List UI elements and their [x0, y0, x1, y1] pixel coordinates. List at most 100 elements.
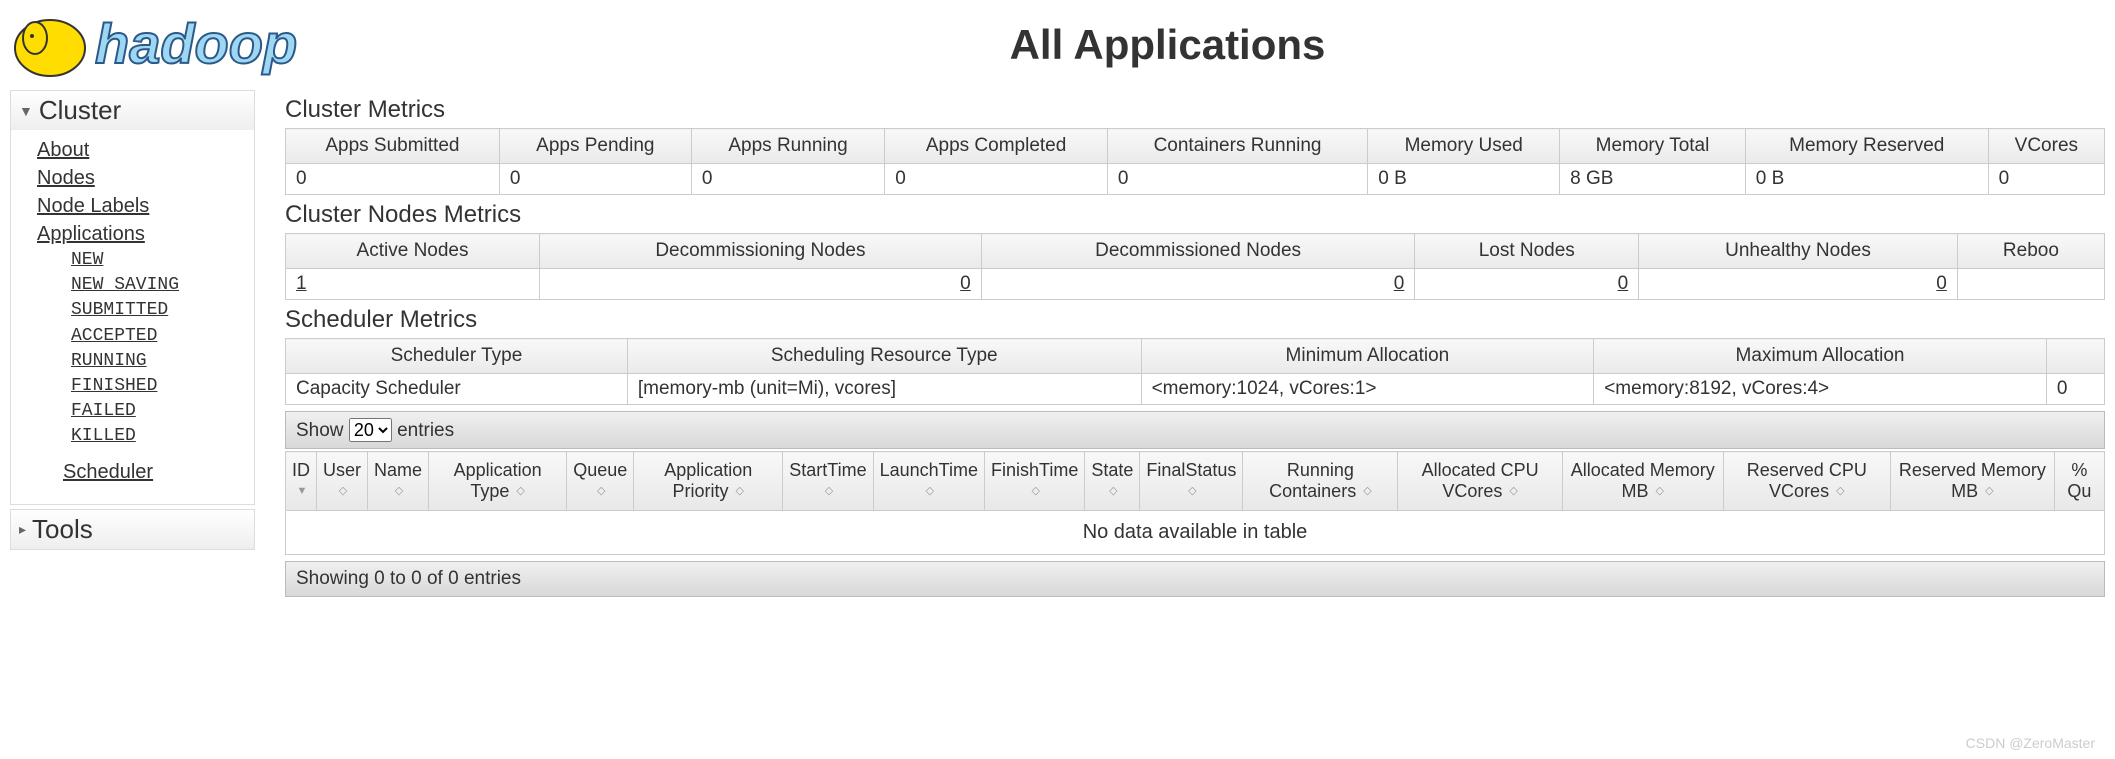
show-label: Show: [296, 420, 344, 441]
sort-icon: ◇: [926, 488, 934, 496]
nav-cluster-label: Cluster: [39, 95, 121, 126]
cluster-metrics-title: Cluster Metrics: [285, 96, 2105, 124]
th-apps-running[interactable]: Apps Running: [691, 129, 884, 164]
nav-nodes[interactable]: Nodes: [37, 164, 254, 192]
th-memory-reserved[interactable]: Memory Reserved: [1745, 129, 1988, 164]
nav-state-accepted[interactable]: ACCEPTED: [71, 324, 254, 349]
th-alloc-vcores[interactable]: Allocated CPU VCores ◇: [1398, 452, 1562, 511]
nav-state-killed[interactable]: KILLED: [71, 424, 254, 449]
cell: 0: [540, 269, 982, 300]
cell: [1957, 269, 2104, 300]
nav-state-finished[interactable]: FINISHED: [71, 374, 254, 399]
nav-state-running[interactable]: RUNNING: [71, 349, 254, 374]
decommissioned-link[interactable]: 0: [1394, 273, 1405, 294]
th-starttime[interactable]: StartTime◇: [783, 452, 873, 511]
th-max-alloc[interactable]: Maximum Allocation: [1594, 339, 2047, 374]
page-size-select[interactable]: 20: [349, 418, 392, 442]
sort-icon: ◇: [1655, 488, 1663, 496]
th-decommissioning-nodes[interactable]: Decommissioning Nodes: [540, 234, 982, 269]
sort-icon: ◇: [597, 488, 605, 496]
cell: 0 B: [1745, 164, 1988, 195]
th-reserved-vcores[interactable]: Reserved CPU VCores ◇: [1723, 452, 1890, 511]
cell: <memory:8192, vCores:4>: [1594, 374, 2047, 405]
applications-table: ID▼ User◇ Name◇ Application Type ◇ Queue…: [285, 451, 2105, 555]
th-finishtime[interactable]: FinishTime◇: [985, 452, 1085, 511]
nav-state-new-saving[interactable]: NEW_SAVING: [71, 273, 254, 298]
nav-state-submitted[interactable]: SUBMITTED: [71, 298, 254, 323]
sort-desc-icon: ▼: [297, 488, 308, 496]
sort-icon: ◇: [516, 488, 524, 496]
nav-tools-label: Tools: [32, 514, 93, 545]
th-resource-type[interactable]: Scheduling Resource Type: [627, 339, 1141, 374]
cell: 0: [691, 164, 884, 195]
th-vcores[interactable]: VCores: [1988, 129, 2104, 164]
th-decommissioned-nodes[interactable]: Decommissioned Nodes: [981, 234, 1415, 269]
table-row: 1 0 0 0 0: [286, 269, 2105, 300]
th-min-alloc[interactable]: Minimum Allocation: [1141, 339, 1594, 374]
nav-app-states: NEW NEW_SAVING SUBMITTED ACCEPTED RUNNIN…: [37, 248, 254, 450]
lost-nodes-link[interactable]: 0: [1618, 273, 1629, 294]
th-memory-used[interactable]: Memory Used: [1368, 129, 1560, 164]
nav-tools-header[interactable]: ▸ Tools: [11, 510, 254, 549]
active-nodes-link[interactable]: 1: [296, 273, 307, 294]
cell: Capacity Scheduler: [286, 374, 628, 405]
nav-about[interactable]: About: [37, 136, 254, 164]
nav-node-labels[interactable]: Node Labels: [37, 192, 254, 220]
th-queue[interactable]: Queue◇: [567, 452, 634, 511]
sort-icon: ◇: [1836, 488, 1844, 496]
th-name[interactable]: Name◇: [368, 452, 429, 511]
sort-icon: ◇: [1031, 488, 1039, 496]
cell: 0: [286, 164, 500, 195]
th-apps-pending[interactable]: Apps Pending: [499, 129, 691, 164]
sort-icon: ◇: [1363, 488, 1371, 496]
th-pct-queue[interactable]: % Qu: [2054, 452, 2104, 511]
th-reserved-memory[interactable]: Reserved Memory MB ◇: [1891, 452, 2055, 511]
th-id[interactable]: ID▼: [286, 452, 317, 511]
th-scheduler-type[interactable]: Scheduler Type: [286, 339, 628, 374]
nodes-metrics-table: Active Nodes Decommissioning Nodes Decom…: [285, 233, 2105, 300]
caret-right-icon: ▸: [19, 521, 26, 538]
th-alloc-memory[interactable]: Allocated Memory MB ◇: [1562, 452, 1723, 511]
scheduler-metrics-title: Scheduler Metrics: [285, 306, 2105, 334]
nodes-metrics-title: Cluster Nodes Metrics: [285, 201, 2105, 229]
th-state[interactable]: State◇: [1085, 452, 1140, 511]
th-extra[interactable]: [2046, 339, 2104, 374]
cell: 0: [1988, 164, 2104, 195]
cell: 0: [499, 164, 691, 195]
sort-icon: ◇: [395, 488, 403, 496]
decommissioning-link[interactable]: 0: [960, 273, 971, 294]
caret-down-icon: ▼: [19, 103, 33, 119]
unhealthy-link[interactable]: 0: [1936, 273, 1947, 294]
entries-label: entries: [397, 420, 454, 441]
th-memory-total[interactable]: Memory Total: [1560, 129, 1746, 164]
sort-icon: ◇: [1109, 488, 1117, 496]
table-row: 0 0 0 0 0 0 B 8 GB 0 B 0: [286, 164, 2105, 195]
nav-scheduler[interactable]: Scheduler: [63, 458, 254, 486]
sidebar: ▼ Cluster About Nodes Node Labels Applic…: [10, 90, 255, 597]
th-containers-running[interactable]: Containers Running: [1107, 129, 1367, 164]
sort-icon: ◇: [736, 488, 744, 496]
th-lost-nodes[interactable]: Lost Nodes: [1415, 234, 1639, 269]
th-apps-completed[interactable]: Apps Completed: [885, 129, 1108, 164]
th-active-nodes[interactable]: Active Nodes: [286, 234, 540, 269]
cell: <memory:1024, vCores:1>: [1141, 374, 1594, 405]
th-app-type[interactable]: Application Type ◇: [429, 452, 567, 511]
th-unhealthy-nodes[interactable]: Unhealthy Nodes: [1639, 234, 1958, 269]
cell: 0: [1415, 269, 1639, 300]
nav-applications[interactable]: Applications: [37, 220, 254, 248]
scheduler-metrics-table: Scheduler Type Scheduling Resource Type …: [285, 338, 2105, 405]
th-rebooted-nodes[interactable]: Reboo: [1957, 234, 2104, 269]
nav-state-new[interactable]: NEW: [71, 248, 254, 273]
main-content: Cluster Metrics Apps Submitted Apps Pend…: [255, 90, 2105, 597]
th-launchtime[interactable]: LaunchTime◇: [873, 452, 984, 511]
th-running-containers[interactable]: Running Containers ◇: [1243, 452, 1398, 511]
th-priority[interactable]: Application Priority ◇: [634, 452, 783, 511]
nav-state-failed[interactable]: FAILED: [71, 399, 254, 424]
sort-icon: ◇: [1188, 488, 1196, 496]
cell: 0: [1639, 269, 1958, 300]
nav-cluster-header[interactable]: ▼ Cluster: [11, 91, 254, 130]
th-apps-submitted[interactable]: Apps Submitted: [286, 129, 500, 164]
th-user[interactable]: User◇: [317, 452, 368, 511]
table-row: No data available in table: [286, 511, 2105, 555]
th-finalstatus[interactable]: FinalStatus◇: [1140, 452, 1243, 511]
